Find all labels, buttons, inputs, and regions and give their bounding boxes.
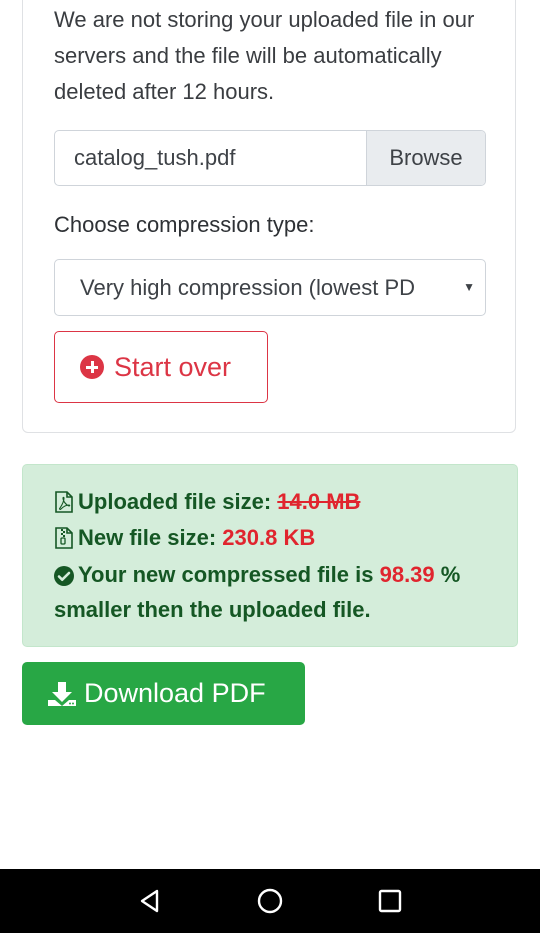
- reduction-prefix: Your new compressed file is: [78, 562, 374, 587]
- check-circle-icon: [54, 566, 74, 586]
- new-size-value: 230.8 KB: [222, 525, 316, 550]
- download-pdf-label: Download PDF: [84, 678, 266, 708]
- new-size-label: New file size:: [78, 525, 217, 550]
- zip-file-icon: [55, 527, 73, 549]
- home-circle-icon[interactable]: [257, 888, 283, 914]
- download-pdf-button[interactable]: Download PDF: [22, 662, 305, 725]
- pdf-file-icon: [55, 491, 73, 513]
- start-over-button[interactable]: Start over: [54, 331, 268, 403]
- reduction-line: Your new compressed file is 98.39 %: [54, 561, 460, 589]
- reduction-line-2: smaller then the uploaded file.: [54, 597, 371, 622]
- storage-notice: We are not storing your uploaded file in…: [54, 7, 475, 104]
- uploaded-size-label: Uploaded file size:: [78, 489, 272, 514]
- uploaded-size-line: Uploaded file size: 14.0 MB: [54, 488, 360, 516]
- reduction-percent-sign: %: [440, 562, 461, 587]
- reduction-percent-value: 98.39: [379, 562, 435, 587]
- uploaded-size-value: 14.0 MB: [277, 489, 361, 514]
- browse-button[interactable]: Browse: [366, 131, 485, 185]
- compression-type-select[interactable]: Very high compression (lowest PD ▼: [54, 259, 486, 316]
- start-over-label: Start over: [114, 351, 232, 382]
- recents-square-icon[interactable]: [377, 888, 403, 914]
- plus-circle-icon: [80, 355, 104, 379]
- compression-type-value: Very high compression (lowest PD: [80, 275, 416, 300]
- new-size-line: New file size: 230.8 KB: [54, 524, 315, 552]
- compression-type-label: Choose compression type:: [54, 212, 315, 237]
- back-triangle-icon[interactable]: [137, 888, 163, 914]
- file-name-field[interactable]: catalog_tush.pdf: [55, 131, 366, 185]
- caret-down-icon: ▼: [463, 280, 475, 294]
- download-icon: [48, 681, 76, 706]
- android-navigation-bar: [0, 869, 540, 933]
- compression-result-alert: Uploaded file size: 14.0 MB New file siz…: [22, 464, 518, 647]
- file-input[interactable]: catalog_tush.pdf Browse: [54, 130, 486, 186]
